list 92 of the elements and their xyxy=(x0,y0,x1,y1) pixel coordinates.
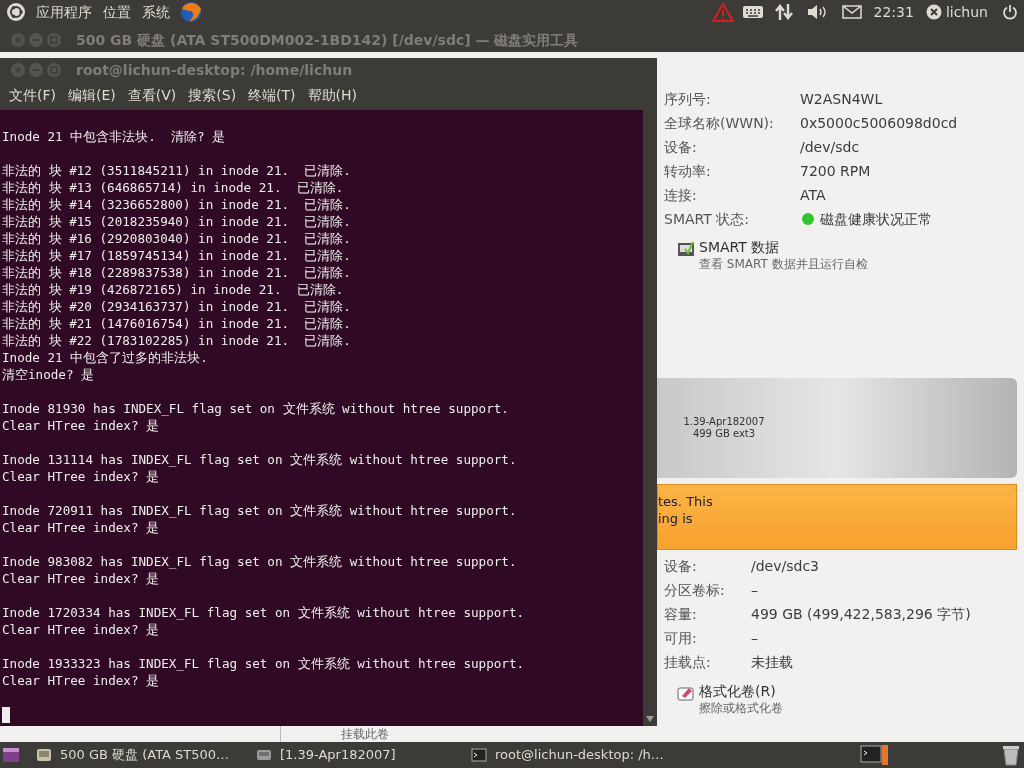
field-value: – xyxy=(751,628,758,648)
menu-item[interactable]: 帮助(H) xyxy=(302,85,363,106)
panel-menu[interactable]: 位置 xyxy=(99,1,135,23)
warning-text: tes. This xyxy=(658,493,714,510)
terminal-line: 非法的 块 #21 (1476016754) in inode 21. 已清除. xyxy=(2,315,352,332)
terminal-line: 非法的 块 #18 (2289837538) in inode 21. 已清除. xyxy=(2,264,352,281)
terminal-line: Clear HTree index? 是 xyxy=(2,519,161,536)
action-description: 查看 SMART 数据并且运行自检 xyxy=(699,256,868,272)
menu-item[interactable]: 查看(V) xyxy=(122,85,182,106)
ubuntu-logo-icon[interactable] xyxy=(6,2,26,22)
partition-label: 499 GB ext3 xyxy=(691,428,757,440)
text-cursor xyxy=(2,707,10,723)
field-label: SMART 状态: xyxy=(664,209,750,229)
power-icon[interactable] xyxy=(1002,4,1018,20)
terminal-line: 非法的 块 #13 (646865714) in inode 21. 已清除. xyxy=(2,179,345,196)
warning-text: ing is xyxy=(658,510,694,527)
terminal-line: Clear HTree index? 是 xyxy=(2,468,161,485)
scrollbar[interactable] xyxy=(643,110,657,726)
taskbar-button[interactable]: 500 GB 硬盘 (ATA ST500… xyxy=(60,745,230,765)
field-label: 挂载点: xyxy=(664,652,712,672)
menu-item[interactable]: 搜索(S) xyxy=(183,85,242,106)
menu-item[interactable]: 编辑(E) xyxy=(63,85,121,106)
action-link[interactable]: SMART 数据 xyxy=(699,239,868,256)
field-label: 序列号: xyxy=(664,89,712,109)
field-value: /dev/sdc xyxy=(800,137,860,157)
terminal-line: Inode 983082 has INDEX_FL flag set on 文件系统 without htree support. xyxy=(2,553,518,570)
terminal-line: Inode 81930 has INDEX_FL flag set on 文件系统 without htree support. xyxy=(2,400,510,417)
clock[interactable]: 22:31 xyxy=(873,1,914,23)
terminal-line: Inode 131114 has INDEX_FL flag set on 文件系统 without htree support. xyxy=(2,451,518,468)
field-value: /dev/sdc3 xyxy=(751,556,819,576)
terminal-line: Inode 21 中包含了过多的非法块. xyxy=(2,349,209,366)
field-value: 0x5000c5006098d0cd xyxy=(800,113,958,133)
terminal-line: 非法的 块 #22 (1783102285) in inode 21. 已清除. xyxy=(2,332,352,349)
mail-icon[interactable] xyxy=(841,5,862,19)
field-label: 可用: xyxy=(664,628,698,648)
eraser-icon xyxy=(677,684,695,702)
browser-globe-icon[interactable] xyxy=(179,1,203,23)
action-link[interactable]: 格式化卷(R) xyxy=(699,683,783,700)
field-label: 分区卷标: xyxy=(664,580,726,600)
partition-label: 1.39-Apr182007 xyxy=(682,416,766,428)
panel-menu[interactable]: 应用程序 xyxy=(32,1,96,23)
field-label: 设备: xyxy=(664,556,698,576)
window-title: 500 GB 硬盘 (ATA ST500DM002-1BD142) [/dev/sdc] — 磁盘实用工具 xyxy=(76,30,579,50)
field-value: – xyxy=(751,580,758,600)
field-value: 499 GB (499,422,583,296 字节) xyxy=(751,604,971,624)
field-label: 容量: xyxy=(664,604,698,624)
terminal-line: 非法的 块 #20 (2934163737) in inode 21. 已清除. xyxy=(2,298,352,315)
field-label: 连接: xyxy=(664,185,698,205)
terminal-icon[interactable] xyxy=(471,747,487,763)
user-name[interactable]: lichun xyxy=(945,1,988,23)
menu-item[interactable]: 终端(T) xyxy=(243,85,301,106)
disk-check-icon xyxy=(677,240,695,258)
terminal-line: Clear HTree index? 是 xyxy=(2,621,161,638)
terminal-line: Inode 720911 has INDEX_FL flag set on 文件系统 without htree support. xyxy=(2,502,518,519)
field-label: 全球名称(WWN): xyxy=(664,113,775,133)
terminal-line: 非法的 块 #15 (2018235940) in inode 21. 已清除. xyxy=(2,213,352,230)
field-value: 7200 RPM xyxy=(800,161,871,181)
network-arrows-icon[interactable] xyxy=(773,3,794,21)
terminal-line: 非法的 块 #14 (3236652800) in inode 21. 已清除. xyxy=(2,196,352,213)
terminal-line: 非法的 块 #17 (1859745134) in inode 21. 已清除. xyxy=(2,247,352,264)
volume-icon[interactable] xyxy=(256,747,272,763)
field-value: W2ASN4WL xyxy=(800,89,883,109)
terminal-line: 非法的 块 #16 (2920803040) in inode 21. 已清除. xyxy=(2,230,352,247)
action-description: 挂载此卷 xyxy=(341,726,389,743)
terminal-line: Clear HTree index? 是 xyxy=(2,417,161,434)
menu-item[interactable]: 文件(F) xyxy=(4,85,61,106)
terminal-line: Clear HTree index? 是 xyxy=(2,672,161,689)
field-value: 未挂载 xyxy=(751,652,793,672)
terminal-line: Clear HTree index? 是 xyxy=(2,570,161,587)
show-desktop-icon[interactable] xyxy=(2,747,20,763)
keyboard-icon[interactable] xyxy=(741,4,764,20)
terminal-line: Inode 21 中包含非法块. 清除? 是 xyxy=(2,128,227,145)
terminal-line: 非法的 块 #12 (3511845211) in inode 21. 已清除. xyxy=(2,162,352,179)
user-status-icon[interactable] xyxy=(925,4,942,20)
field-value: ATA xyxy=(800,185,826,205)
field-label: 转动率: xyxy=(664,161,712,181)
trash-icon[interactable] xyxy=(1002,744,1020,766)
taskbar-button[interactable]: root@lichun-desktop: /h… xyxy=(495,745,664,765)
field-value: 磁盘健康状况正常 xyxy=(820,209,932,229)
scroll-down-arrow-icon[interactable] xyxy=(646,716,654,722)
panel-menu[interactable]: 系统 xyxy=(138,1,174,23)
terminal-line: Inode 1720334 has INDEX_FL flag set on 文件系统 without htree support. xyxy=(2,604,526,621)
terminal-line: 清空inode? 是 xyxy=(2,366,96,383)
terminal-line: Inode 1933323 has INDEX_FL flag set on 文件系统 without htree support. xyxy=(2,655,526,672)
terminal-icon[interactable] xyxy=(860,743,890,767)
volume-icon[interactable] xyxy=(805,4,828,20)
partition-segment[interactable]: 1.39-Apr182007 499 GB ext3 xyxy=(657,378,1017,478)
action-description: 擦除或格式化卷 xyxy=(699,700,783,716)
field-label: 设备: xyxy=(664,137,698,157)
window-title: root@lichun-desktop: /home/lichun xyxy=(76,60,353,80)
terminal-line: 非法的 块 #19 (426872165) in inode 21. 已清除. xyxy=(2,281,345,298)
taskbar-button[interactable]: [1.39-Apr182007] xyxy=(280,745,396,765)
